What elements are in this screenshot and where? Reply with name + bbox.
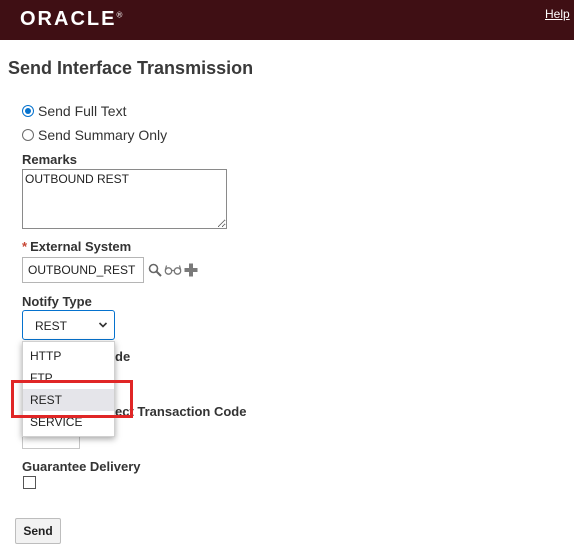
send-summary-only-label: Send Summary Only [38, 127, 168, 143]
notify-type-dropdown: HTTP FTP REST SERVICE [22, 341, 115, 437]
notify-type-label: Notify Type [22, 294, 92, 309]
radio-selected-icon [22, 105, 34, 117]
notify-type-option-http[interactable]: HTTP [23, 345, 114, 367]
notify-type-select[interactable]: REST [22, 310, 115, 340]
notify-type-selected-value: REST [35, 319, 68, 333]
send-full-text-radio[interactable]: Send Full Text [22, 103, 126, 119]
send-full-text-label: Send Full Text [38, 103, 127, 119]
send-button[interactable]: Send [15, 518, 61, 544]
remarks-textarea[interactable]: OUTBOUND REST [22, 169, 227, 229]
guarantee-delivery-checkbox[interactable] [23, 476, 36, 489]
external-system-label: * External System [22, 239, 132, 254]
notify-type-option-service[interactable]: SERVICE [23, 411, 114, 433]
search-icon[interactable] [148, 263, 162, 277]
oracle-logo: ORACLE® [20, 8, 123, 30]
page-title: Send Interface Transmission [8, 58, 254, 78]
glasses-icon[interactable] [164, 264, 182, 276]
top-banner: ORACLE® Help [0, 0, 574, 40]
obscured-field-label: de [115, 349, 131, 364]
required-marker: * [22, 239, 28, 254]
help-link[interactable]: Help [545, 7, 570, 21]
add-icon[interactable] [184, 263, 198, 277]
radio-unselected-icon [22, 129, 34, 141]
remarks-label: Remarks [22, 152, 77, 167]
obscured-transaction-code-label: ect Transaction Code [115, 404, 247, 419]
external-system-input[interactable] [22, 257, 144, 283]
notify-type-option-ftp[interactable]: FTP [23, 367, 114, 389]
guarantee-delivery-label: Guarantee Delivery [22, 459, 141, 474]
send-summary-only-radio[interactable]: Send Summary Only [22, 127, 167, 143]
chevron-down-icon [98, 322, 108, 328]
notify-type-option-rest[interactable]: REST [23, 389, 114, 411]
